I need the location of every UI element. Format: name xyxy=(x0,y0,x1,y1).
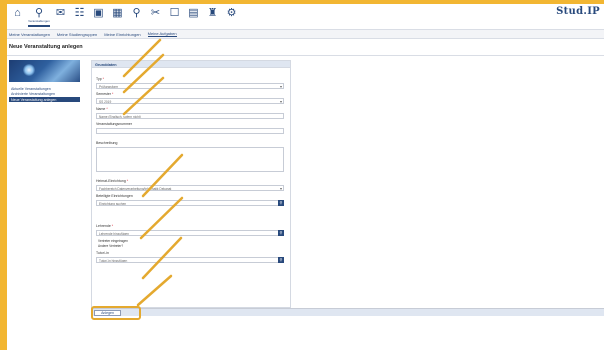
tab-my-tasks[interactable]: Meine Aufgaben xyxy=(147,31,177,37)
semester-label: Semester * xyxy=(96,92,114,96)
lecturer-search-icon[interactable]: ⚲ xyxy=(278,230,284,236)
messages-icon[interactable]: ✉ xyxy=(52,7,69,27)
lecturers-search[interactable]: Lehrende hinzufügen xyxy=(96,230,284,236)
search-icon[interactable]: ⚲ xyxy=(128,7,145,27)
schedule-icon-glyph: ▦ xyxy=(112,7,123,19)
title-divider xyxy=(7,55,604,56)
files-icon[interactable]: ☐ xyxy=(166,7,183,27)
tutors-search[interactable]: Tutor/-in hinzufügen xyxy=(96,257,284,263)
profile-icon[interactable]: ▣ xyxy=(90,7,107,27)
home-institute-select[interactable]: Fachbereich Datenverarbeitung/Informatik… xyxy=(96,185,284,191)
tutor-search-icon[interactable]: ⚲ xyxy=(278,257,284,263)
courses-icon-glyph: ⚲ xyxy=(34,7,44,19)
home-icon-glyph: ⌂ xyxy=(14,7,21,19)
admin-icon-glyph: ♜ xyxy=(207,7,218,19)
name-input[interactable]: Name (Englisch, sofern nicht) xyxy=(96,113,284,119)
sidebar-item-archived-courses[interactable]: Archivierte Veranstaltungen xyxy=(9,91,80,96)
other-institutes-label: Beteiligte Einrichtungen xyxy=(96,194,133,198)
lecturers-label: Lehrende * xyxy=(96,224,114,228)
tools-icon-glyph: ✂ xyxy=(150,7,161,19)
tab-bar: Meine Veranstaltungen Meine Studiengrupp… xyxy=(7,30,604,39)
annotation-highlight-box xyxy=(91,306,141,320)
institute-search-icon[interactable]: ⚲ xyxy=(278,200,284,206)
messages-icon-glyph: ✉ xyxy=(55,7,66,19)
semester-select[interactable]: SS 2019 xyxy=(96,98,284,104)
deputy-checkbox[interactable]: Vertreter eingetragen xyxy=(98,239,128,243)
page-title: Neue Veranstaltung anlegen xyxy=(9,44,83,50)
course-form-panel: Grunddaten Typ * Prüfungsform Semester *… xyxy=(91,60,291,308)
course-number-input[interactable] xyxy=(96,128,284,134)
description-textarea[interactable] xyxy=(96,147,284,172)
sidebar-item-new-course[interactable]: Neue Veranstaltung anlegen xyxy=(9,97,80,102)
form-footer xyxy=(91,308,604,316)
course-number-label: Veranstaltungsnummer xyxy=(96,122,132,126)
community-icon-glyph: ☷ xyxy=(74,7,85,19)
home-icon[interactable]: ⌂ xyxy=(9,7,26,27)
images-icon-glyph: ▤ xyxy=(188,7,199,19)
courses-icon[interactable]: ⚲ Veranstaltungen xyxy=(28,7,50,27)
community-icon[interactable]: ☷ xyxy=(71,7,88,27)
settings-icon[interactable]: ⚙ xyxy=(223,7,240,27)
home-institute-label: Heimat-Einrichtung * xyxy=(96,179,129,183)
tab-my-courses[interactable]: Meine Veranstaltungen xyxy=(9,32,50,37)
other-deputy-checkbox[interactable]: Andere Vertreter? xyxy=(98,244,123,248)
tools-icon[interactable]: ✂ xyxy=(147,7,164,27)
type-select[interactable]: Prüfungsform xyxy=(96,83,284,89)
brand-logo[interactable]: Stud.IP xyxy=(556,6,600,17)
search-icon-glyph: ⚲ xyxy=(132,7,141,19)
section-header: Grunddaten xyxy=(92,61,290,68)
files-icon-glyph: ☐ xyxy=(169,7,180,19)
profile-icon-glyph: ▣ xyxy=(93,7,104,19)
images-icon[interactable]: ▤ xyxy=(185,7,202,27)
sidebar-banner-image xyxy=(9,60,80,82)
top-navigation: ⌂ ⚲ Veranstaltungen ✉ ☷ ▣ ▦ ⚲ ✂ ☐ ▤ ♜ ⚙ xyxy=(7,4,604,30)
name-label: Name * xyxy=(96,107,108,111)
sidebar: Aktuelle Veranstaltungen Archivierte Ver… xyxy=(9,60,80,102)
admin-icon[interactable]: ♜ xyxy=(204,7,221,27)
tutors-label: Tutor/-in xyxy=(96,251,109,255)
type-label: Typ * xyxy=(96,77,105,81)
tab-my-institutes[interactable]: Meine Einrichtungen xyxy=(104,32,140,37)
nav-label: Veranstaltungen xyxy=(28,19,50,23)
schedule-icon[interactable]: ▦ xyxy=(109,7,126,27)
other-institutes-search[interactable]: Einrichtung suchen xyxy=(96,200,284,206)
description-label: Beschreibung xyxy=(96,141,118,145)
tab-my-study-groups[interactable]: Meine Studiengruppen xyxy=(57,32,97,37)
settings-icon-glyph: ⚙ xyxy=(226,7,237,19)
